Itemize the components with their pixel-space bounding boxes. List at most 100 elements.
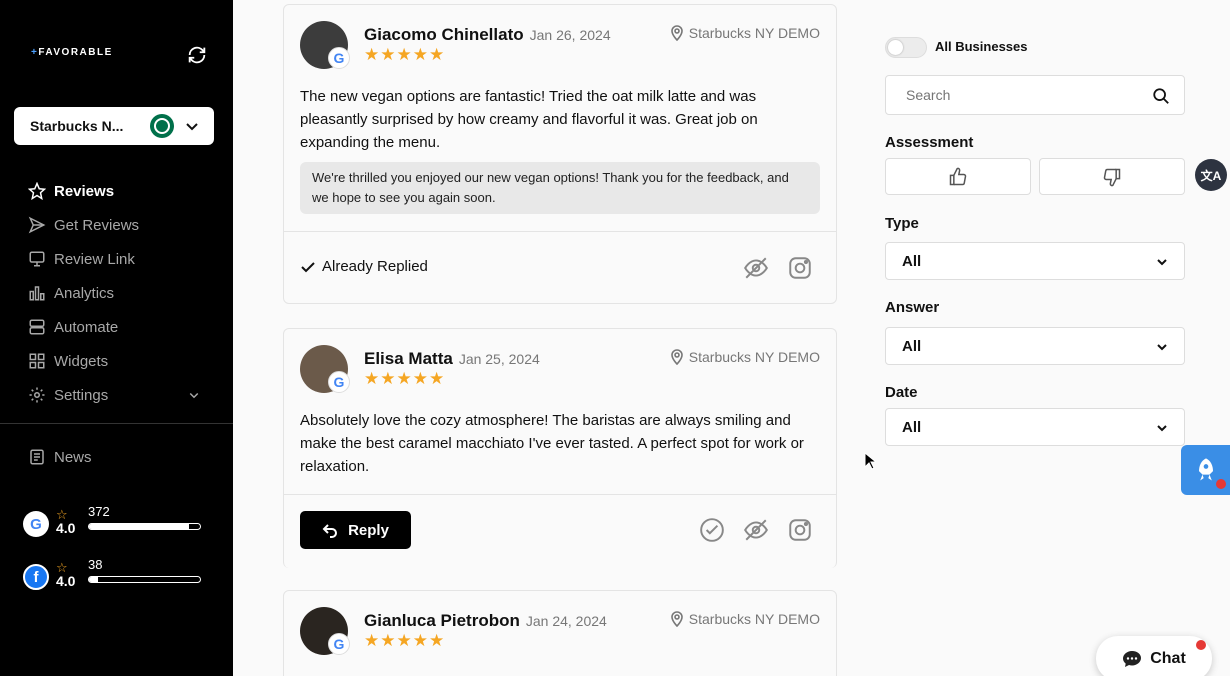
automate-icon bbox=[29, 319, 45, 335]
sidebar: +FAVORABLE Starbucks N... Reviews Get Re… bbox=[0, 0, 233, 676]
assessment-label: Assessment bbox=[885, 134, 974, 151]
instagram-icon[interactable] bbox=[787, 255, 813, 281]
logo[interactable]: +FAVORABLE bbox=[31, 47, 113, 58]
platform-progress bbox=[88, 523, 201, 530]
avatar: G bbox=[300, 21, 350, 69]
sidebar-news: News bbox=[28, 440, 200, 474]
review-date: Jan 24, 2024 bbox=[525, 613, 607, 629]
location-pin-icon bbox=[670, 611, 683, 627]
monitor-icon bbox=[29, 251, 45, 267]
business-select-label: Starbucks N... bbox=[30, 118, 124, 134]
review-text: The new vegan options are fantastic! Tri… bbox=[300, 88, 758, 151]
star-icon bbox=[28, 182, 46, 200]
reviewer-name: Gianluca Pietrobon Jan 24, 2024 bbox=[364, 611, 607, 630]
answer-select[interactable]: All bbox=[885, 327, 1185, 365]
business-select[interactable]: Starbucks N... bbox=[14, 107, 214, 145]
sidebar-item-label: Widgets bbox=[54, 352, 109, 370]
review-card: G Elisa Matta Jan 25, 2024 ★★★★★ Starbuck… bbox=[283, 328, 837, 568]
star-rating: ★★★★★ bbox=[364, 45, 446, 64]
reviewer-name: Elisa Matta Jan 25, 2024 bbox=[364, 349, 540, 368]
platform-count: 372 bbox=[88, 504, 110, 519]
thumbs-down-button[interactable] bbox=[1039, 158, 1185, 195]
rocket-widget-button[interactable] bbox=[1181, 445, 1230, 495]
sidebar-item-review-link[interactable]: Review Link bbox=[28, 242, 200, 276]
check-circle-icon[interactable] bbox=[699, 517, 725, 543]
date-select[interactable]: All bbox=[885, 408, 1185, 446]
avatar: G bbox=[300, 607, 350, 655]
sidebar-nav: Reviews Get Reviews Review Link Analytic… bbox=[28, 174, 200, 412]
review-location: Starbucks NY DEMO bbox=[670, 349, 820, 365]
replied-status: Already Replied bbox=[300, 258, 428, 275]
sidebar-item-label: Get Reviews bbox=[54, 216, 140, 234]
instagram-icon[interactable] bbox=[787, 517, 813, 543]
google-icon: G bbox=[328, 371, 350, 393]
search-icon[interactable] bbox=[1152, 87, 1170, 105]
progress-fill bbox=[89, 577, 98, 582]
sync-icon[interactable] bbox=[186, 44, 208, 66]
review-date: Jan 25, 2024 bbox=[458, 351, 540, 367]
widgets-icon bbox=[29, 353, 45, 369]
sidebar-divider bbox=[0, 423, 233, 424]
facebook-icon: f bbox=[23, 564, 49, 590]
card-divider bbox=[284, 231, 836, 232]
search-input[interactable] bbox=[906, 87, 1136, 103]
chat-bubble-icon bbox=[1123, 650, 1142, 667]
platform-progress bbox=[88, 576, 201, 583]
card-divider bbox=[284, 494, 836, 495]
review-location: Starbucks NY DEMO bbox=[670, 611, 820, 627]
thumbs-down-icon bbox=[1103, 168, 1121, 186]
reply-button[interactable]: Reply bbox=[300, 511, 411, 549]
date-label: Date bbox=[885, 384, 918, 401]
platform-rating: ☆ 4.0 bbox=[56, 507, 76, 536]
sidebar-item-get-reviews[interactable]: Get Reviews bbox=[28, 208, 200, 242]
translate-button[interactable]: 文A bbox=[1195, 159, 1227, 191]
sidebar-item-label: News bbox=[54, 448, 92, 466]
sidebar-item-widgets[interactable]: Widgets bbox=[28, 344, 200, 378]
chat-button[interactable]: Chat bbox=[1096, 636, 1212, 676]
sidebar-item-automate[interactable]: Automate bbox=[28, 310, 200, 344]
platform-google[interactable]: G ☆ 4.0 372 bbox=[23, 504, 201, 537]
starbucks-logo-icon bbox=[150, 114, 174, 138]
location-pin-icon bbox=[670, 25, 683, 41]
notification-dot bbox=[1216, 479, 1226, 489]
sidebar-item-label: Settings bbox=[54, 386, 109, 404]
location-pin-icon bbox=[670, 349, 683, 365]
sidebar-item-settings[interactable]: Settings bbox=[28, 378, 200, 412]
mouse-cursor-icon bbox=[864, 452, 876, 470]
sidebar-item-reviews[interactable]: Reviews bbox=[28, 174, 200, 208]
reviewer-name: Giacomo Chinellato Jan 26, 2024 bbox=[364, 25, 611, 44]
review-location: Starbucks NY DEMO bbox=[670, 25, 820, 41]
progress-fill bbox=[89, 524, 189, 529]
review-text: Absolutely love the cozy atmosphere! The… bbox=[300, 412, 804, 475]
google-icon: G bbox=[23, 511, 49, 537]
answer-label: Answer bbox=[885, 299, 940, 316]
notification-dot bbox=[1196, 640, 1206, 650]
sidebar-item-label: Automate bbox=[54, 318, 119, 336]
review-card: G Giacomo Chinellato Jan 26, 2024 ★★★★★ S… bbox=[283, 4, 837, 304]
google-icon: G bbox=[328, 633, 350, 655]
translate-icon: 文A bbox=[1200, 168, 1222, 183]
platform-count: 38 bbox=[88, 557, 103, 572]
star-rating: ★★★★★ bbox=[364, 631, 446, 650]
eye-off-icon[interactable] bbox=[743, 517, 769, 543]
chevron-down-icon bbox=[1157, 425, 1167, 432]
sidebar-item-news[interactable]: News bbox=[28, 440, 200, 474]
bar-chart-icon bbox=[29, 286, 45, 301]
platform-rating: ☆ 4.0 bbox=[56, 560, 76, 589]
chevron-down-icon bbox=[1157, 259, 1167, 266]
review-date: Jan 26, 2024 bbox=[529, 27, 611, 43]
rocket-icon bbox=[1198, 458, 1213, 481]
review-card: G Gianluca Pietrobon Jan 24, 2024 ★★★★★ S… bbox=[283, 590, 837, 676]
type-select[interactable]: All bbox=[885, 242, 1185, 280]
platform-facebook[interactable]: f ☆ 4.0 38 bbox=[23, 557, 201, 590]
sidebar-item-analytics[interactable]: Analytics bbox=[28, 276, 200, 310]
eye-off-icon[interactable] bbox=[743, 255, 769, 281]
thumbs-up-button[interactable] bbox=[885, 158, 1031, 195]
reply-text: We're thrilled you enjoyed our new vegan… bbox=[300, 162, 820, 214]
search-field[interactable] bbox=[885, 75, 1185, 115]
chevron-down-icon bbox=[1157, 344, 1167, 351]
reply-arrow-icon bbox=[322, 524, 338, 538]
all-businesses-toggle[interactable] bbox=[885, 37, 927, 58]
star-rating: ★★★★★ bbox=[364, 369, 446, 388]
google-icon: G bbox=[328, 47, 350, 69]
